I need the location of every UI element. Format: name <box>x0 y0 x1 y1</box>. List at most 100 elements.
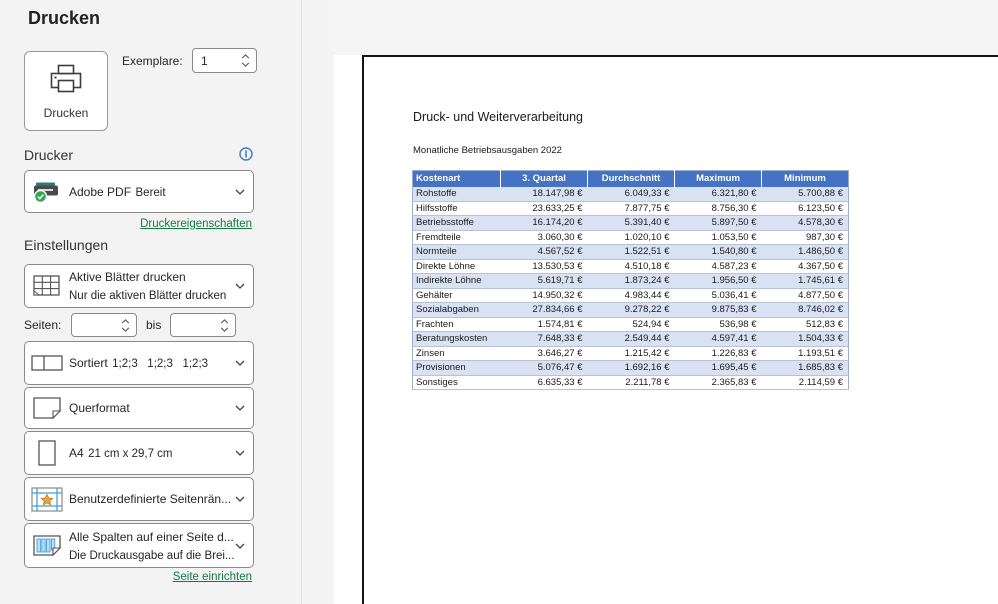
row-label: Hilfsstoffe <box>413 201 501 216</box>
pages-label: Seiten: <box>24 318 61 332</box>
printer-properties-link[interactable]: Druckereigenschaften <box>24 218 252 230</box>
table-row: Beratungskosten7.648,33 €2.549,44 €4.597… <box>413 332 849 347</box>
chevron-down-icon <box>235 450 253 456</box>
cell-value: 512,83 € <box>762 317 849 332</box>
spinner-up-icon <box>220 319 229 324</box>
cell-value: 1.685,83 € <box>762 361 849 376</box>
spinner-arrows[interactable] <box>241 54 256 67</box>
cell-value: 1.504,33 € <box>762 332 849 347</box>
print-what-dropdown[interactable]: Aktive Blätter drucken Nur die aktiven B… <box>24 264 254 308</box>
table-header: 3. Quartal <box>501 171 588 187</box>
pages-to-input[interactable] <box>171 318 220 332</box>
preview-table-body: Rohstoffe18.147,98 €6.049,33 €6.321,80 €… <box>413 187 849 390</box>
cell-value: 4.877,50 € <box>762 288 849 303</box>
copies-input[interactable] <box>193 54 241 68</box>
expenses-table: Kostenart3. QuartalDurchschnittMaximumMi… <box>412 170 849 390</box>
table-row: Sozialabgaben27.834,66 €9.278,22 €9.875,… <box>413 303 849 318</box>
collation-dropdown[interactable]: Sortiert 1;2;3 1;2;3 1;2;3 <box>24 341 254 385</box>
table-row: Betriebsstoffe16.174,20 €5.391,40 €5.897… <box>413 216 849 231</box>
cell-value: 7.877,75 € <box>588 201 675 216</box>
sheets-icon <box>25 275 69 298</box>
cell-value: 4.367,50 € <box>762 259 849 274</box>
paper-size-dropdown[interactable]: A4 21 cm x 29,7 cm <box>24 431 254 475</box>
table-row: Normteile4.567,52 €1.522,51 €1.540,80 €1… <box>413 245 849 260</box>
spinner-down-icon <box>241 62 250 67</box>
cell-value: 2.365,83 € <box>675 375 762 390</box>
chevron-down-icon <box>235 405 253 411</box>
row-label: Rohstoffe <box>413 187 501 202</box>
table-row: Gehälter14.950,32 €4.983,44 €5.036,41 €4… <box>413 288 849 303</box>
table-row: Frachten1.574,81 €524,94 €536,98 €512,83… <box>413 317 849 332</box>
chevron-down-icon <box>235 283 253 289</box>
cell-value: 1.692,16 € <box>588 361 675 376</box>
spinner-arrows[interactable] <box>220 319 235 332</box>
settings-section-heading: Einstellungen <box>24 237 108 253</box>
collation-sublabel: 1;2;3 1;2;3 1;2;3 <box>112 358 208 370</box>
spinner-down-icon <box>121 327 130 332</box>
cell-value: 1.695,45 € <box>675 361 762 376</box>
cell-value: 1.574,81 € <box>501 317 588 332</box>
cell-value: 18.147,98 € <box>501 187 588 202</box>
printer-select[interactable]: Adobe PDF Bereit <box>24 170 254 213</box>
table-header: Maximum <box>675 171 762 187</box>
table-header: Minimum <box>762 171 849 187</box>
cell-value: 5.619,71 € <box>501 274 588 289</box>
preview-page: Druck- und Weiterverarbeitung Monatliche… <box>362 55 998 604</box>
cell-value: 8.746,02 € <box>762 303 849 318</box>
info-icon[interactable] <box>239 147 253 161</box>
panel-gutter <box>303 0 334 604</box>
cell-value: 6.123,50 € <box>762 201 849 216</box>
table-row: Indirekte Löhne5.619,71 €1.873,24 €1.956… <box>413 274 849 289</box>
table-row: Sonstiges6.635,33 €2.211,78 €2.365,83 €2… <box>413 375 849 390</box>
row-label: Provisionen <box>413 361 501 376</box>
spinner-arrows[interactable] <box>121 319 136 332</box>
scaling-sublabel: Die Druckausgabe auf die Brei... <box>69 550 235 562</box>
cell-value: 4.983,44 € <box>588 288 675 303</box>
copies-stepper[interactable] <box>192 48 257 73</box>
scaling-dropdown[interactable]: Alle Spalten auf einer Seite d... Die Dr… <box>24 523 254 568</box>
print-button[interactable]: Drucken <box>24 51 108 131</box>
row-label: Sozialabgaben <box>413 303 501 318</box>
page-title: Drucken <box>28 8 100 29</box>
cell-value: 2.211,78 € <box>588 375 675 390</box>
cell-value: 1.193,51 € <box>762 346 849 361</box>
row-label: Frachten <box>413 317 501 332</box>
orientation-dropdown[interactable]: Querformat <box>24 387 254 429</box>
cell-value: 4.597,41 € <box>675 332 762 347</box>
document-title: Druck- und Weiterverarbeitung <box>413 110 583 124</box>
pages-to-label: bis <box>146 318 161 332</box>
cell-value: 3.060,30 € <box>501 230 588 245</box>
cell-value: 5.700,88 € <box>762 187 849 202</box>
print-button-label: Drucken <box>44 106 89 120</box>
cell-value: 6.635,33 € <box>501 375 588 390</box>
cell-value: 6.049,33 € <box>588 187 675 202</box>
printer-section-heading: Drucker <box>24 147 73 163</box>
row-label: Gehälter <box>413 288 501 303</box>
print-preview-area: Druck- und Weiterverarbeitung Monatliche… <box>334 0 998 604</box>
page-setup-link[interactable]: Seite einrichten <box>24 571 252 583</box>
cell-value: 27.834,66 € <box>501 303 588 318</box>
cell-value: 5.076,47 € <box>501 361 588 376</box>
print-panel: Drucken Drucken Exemplare: Drucker <box>0 0 302 604</box>
cell-value: 987,30 € <box>762 230 849 245</box>
chevron-down-icon <box>235 543 253 549</box>
cell-value: 1.486,50 € <box>762 245 849 260</box>
pages-from-input[interactable] <box>72 318 121 332</box>
paper-size-icon <box>25 440 69 466</box>
cell-value: 1.873,24 € <box>588 274 675 289</box>
pages-to-stepper[interactable] <box>170 313 236 337</box>
row-label: Sonstiges <box>413 375 501 390</box>
printer-device-icon <box>25 180 69 204</box>
cell-value: 1.956,50 € <box>675 274 762 289</box>
table-header: Durchschnitt <box>588 171 675 187</box>
cell-value: 2.114,59 € <box>762 375 849 390</box>
cell-value: 3.646,27 € <box>501 346 588 361</box>
pages-from-stepper[interactable] <box>71 313 137 337</box>
table-row: Direkte Löhne13.530,53 €4.510,18 €4.587,… <box>413 259 849 274</box>
cell-value: 4.510,18 € <box>588 259 675 274</box>
table-row: Fremdteile3.060,30 €1.020,10 €1.053,50 €… <box>413 230 849 245</box>
margins-dropdown[interactable]: Benutzerdefinierte Seitenrän... <box>24 477 254 521</box>
cell-value: 14.950,32 € <box>501 288 588 303</box>
printer-icon <box>44 62 88 100</box>
table-row: Rohstoffe18.147,98 €6.049,33 €6.321,80 €… <box>413 187 849 202</box>
